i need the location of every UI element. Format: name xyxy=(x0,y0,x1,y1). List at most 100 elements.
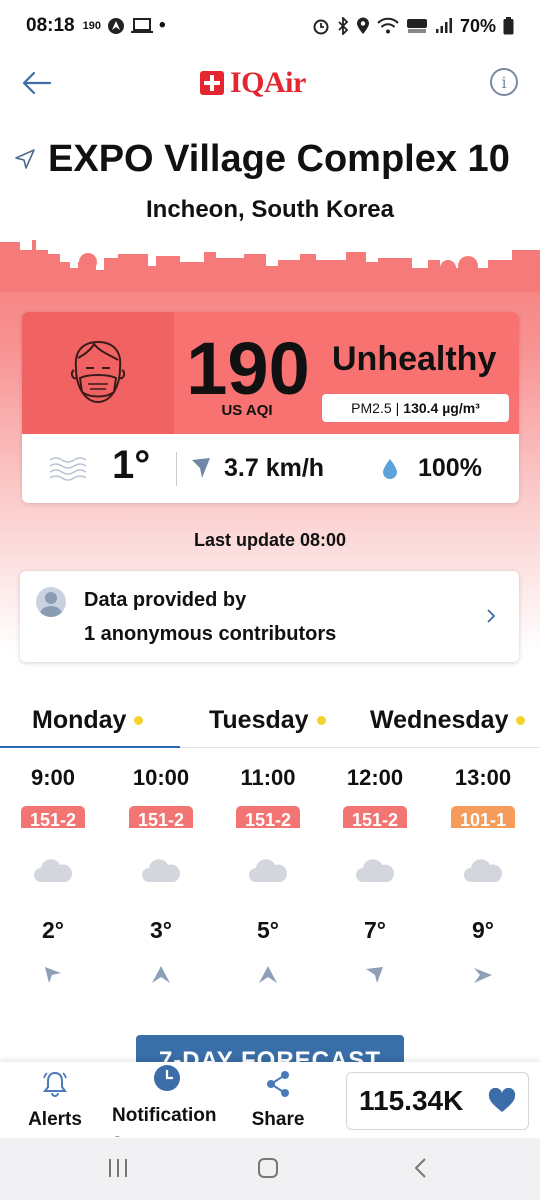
clock-icon xyxy=(154,1065,180,1091)
location-region: Incheon, South Korea xyxy=(145,196,394,223)
contributors-count: 1 anonymous contributors xyxy=(84,623,337,645)
hour-temperature: 5° xyxy=(257,917,279,943)
brand-name: IQAir xyxy=(230,66,306,99)
info-glyph: i xyxy=(501,72,507,92)
tab-wednesday[interactable]: Wednesday xyxy=(370,706,526,735)
battery-percent: 70% xyxy=(459,15,496,36)
nav-share[interactable]: Share xyxy=(248,1070,308,1131)
last-update-text: Last update 08:00 xyxy=(193,530,347,550)
hour-time: 10:00 xyxy=(132,765,190,790)
hour-aqi-badge: 151-2 xyxy=(129,806,193,828)
bottom-navigation: Alerts Notifications Share 115.34K xyxy=(0,1062,540,1138)
hour-time: 13:00 xyxy=(454,765,512,790)
tab-tuesday[interactable]: Tuesday xyxy=(209,706,326,735)
status-bar: 08:18 190 • 70% xyxy=(0,0,540,52)
pollutant-separator: | xyxy=(395,400,400,416)
home-icon[interactable] xyxy=(257,1156,279,1180)
humidity-drop-icon xyxy=(383,459,397,479)
aqi-status: Unhealthy xyxy=(332,340,497,378)
arrow-left-icon[interactable] xyxy=(20,66,54,100)
hour-aqi-badge: 151-2 xyxy=(343,806,407,828)
tab-label: Tuesday xyxy=(209,706,309,734)
cloud-icon xyxy=(249,859,288,882)
share-icon xyxy=(267,1071,289,1097)
swiss-flag-icon xyxy=(200,71,224,95)
nav-notifications[interactable]: Notifications xyxy=(108,1064,226,1137)
wind-direction-icon xyxy=(474,968,492,983)
nav-notifications-label: Notifications xyxy=(112,1105,217,1137)
location-name: EXPO Village Complex 10 xyxy=(48,138,510,180)
pollutant-name: PM2.5 xyxy=(351,400,392,416)
navigation-arrow-icon xyxy=(15,149,35,169)
back-nav-icon[interactable] xyxy=(410,1156,432,1180)
wind-direction-icon xyxy=(45,967,61,983)
weather-wave-icon xyxy=(49,457,87,481)
nav-alerts-label: Alerts xyxy=(28,1109,82,1130)
chevron-right-icon xyxy=(487,609,496,623)
aqi-header: 190 US AQI Unhealthy PM2.5 | 130.4 µg/m³ xyxy=(22,312,519,434)
compass-icon xyxy=(107,18,124,34)
tab-label: Wednesday xyxy=(370,706,509,734)
cloud-icon xyxy=(356,859,395,882)
signal-icon xyxy=(435,18,452,33)
app-header: IQAir i xyxy=(0,52,540,114)
hourly-forecast-item: 11:00 151-2 5° xyxy=(218,765,318,991)
wind-speed: 3.7 km/h xyxy=(224,454,325,482)
cloud-icon xyxy=(142,859,181,882)
location-pin-icon xyxy=(356,17,369,34)
hour-temperature: 3° xyxy=(150,917,172,943)
hour-time: 12:00 xyxy=(346,765,404,790)
hour-temperature: 9° xyxy=(472,917,494,943)
face-mask-icon xyxy=(70,340,126,404)
wind-direction-icon xyxy=(192,458,210,478)
likes-count: 115.34K xyxy=(359,1085,464,1116)
likes-button[interactable]: 115.34K xyxy=(346,1072,529,1130)
wind-direction-icon xyxy=(152,966,170,983)
hourly-forecast-item: 13:00 101-1 9° xyxy=(433,765,533,991)
contributors-label: Data provided by xyxy=(84,589,247,611)
aqi-dot-icon xyxy=(134,716,144,725)
hour-aqi-badge: 151-2 xyxy=(236,806,300,828)
active-tab-indicator xyxy=(0,746,180,748)
aqi-face-panel xyxy=(22,312,174,434)
heart-icon xyxy=(488,1088,516,1112)
bell-icon xyxy=(43,1071,67,1097)
system-navigation-bar xyxy=(0,1138,540,1200)
aqi-card: 190 US AQI Unhealthy PM2.5 | 130.4 µg/m³… xyxy=(22,312,519,503)
weather-row: 1° 3.7 km/h 100% xyxy=(22,434,519,503)
hd-voice-icon xyxy=(406,19,427,33)
info-icon[interactable]: i xyxy=(490,68,518,96)
hourly-forecast-item: 9:00 151-2 2° xyxy=(3,765,103,991)
hour-temperature: 2° xyxy=(42,917,64,943)
alarm-icon xyxy=(313,19,329,35)
hour-time: 9:00 xyxy=(30,765,76,790)
aqi-value: 190 xyxy=(186,327,310,410)
data-contributors-card[interactable]: Data provided by 1 anonymous contributor… xyxy=(20,571,519,662)
status-time: 08:18 xyxy=(26,15,75,36)
battery-icon xyxy=(503,17,514,35)
tab-monday[interactable]: Monday xyxy=(32,706,144,735)
wind-direction-icon xyxy=(259,966,277,983)
status-aqi-number: 190 xyxy=(82,20,101,32)
nav-alerts[interactable]: Alerts xyxy=(22,1070,88,1131)
hour-aqi-badge: 101-1 xyxy=(451,806,515,828)
bluetooth-icon xyxy=(338,17,349,35)
forecast-day-tabs: Monday Tuesday Wednesday xyxy=(0,698,540,748)
hour-time: 11:00 xyxy=(240,765,296,790)
wifi-icon xyxy=(377,17,399,34)
nav-share-label: Share xyxy=(251,1109,305,1130)
status-dot: • xyxy=(158,15,166,36)
hour-temperature: 7° xyxy=(364,917,386,943)
weather-divider xyxy=(176,452,177,486)
current-temperature: 1° xyxy=(112,443,151,487)
iqair-logo: IQAir xyxy=(200,66,306,100)
wind-direction-icon xyxy=(366,967,383,983)
contributor-avatar-icon xyxy=(36,587,66,617)
aqi-dot-icon xyxy=(516,716,526,725)
laptop-icon xyxy=(130,18,153,33)
hour-aqi-badge: 151-2 xyxy=(21,806,85,828)
city-skyline-illustration xyxy=(0,232,540,292)
cloud-icon xyxy=(464,859,503,882)
pollutant-concentration: 130.4 µg/m³ xyxy=(403,400,480,416)
recent-apps-icon[interactable] xyxy=(107,1156,129,1180)
